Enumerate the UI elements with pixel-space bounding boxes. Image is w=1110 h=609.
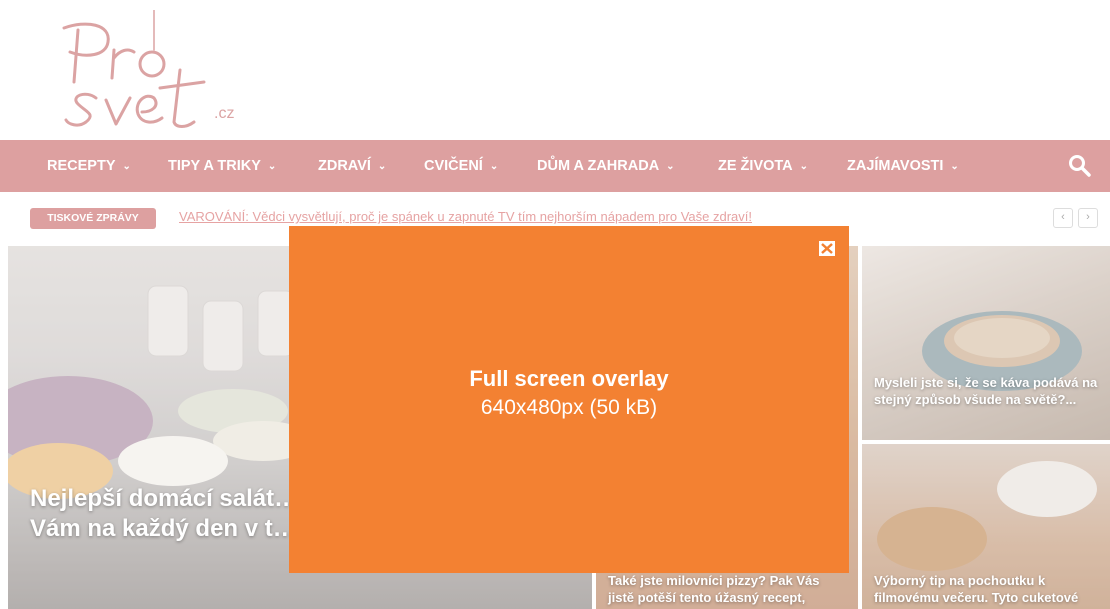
ticker-next-button[interactable]: › [1078, 208, 1098, 228]
nav-item-recepty[interactable]: RECEPTY ⌄ [47, 140, 131, 192]
overlay-title: Full screen overlay [469, 366, 669, 391]
chevron-down-icon: ⌄ [666, 161, 675, 172]
article-zucchini[interactable]: Výborný tip na pochoutku k filmovému več… [862, 444, 1110, 609]
nav-label: ZDRAVÍ [318, 158, 371, 174]
svg-text:.cz: .cz [214, 105, 234, 122]
article-coffee[interactable]: Mysleli jste si, že se káva podává na st… [862, 246, 1110, 440]
ticker-badge[interactable]: TISKOVÉ ZPRÁVY [30, 208, 156, 229]
nav-label: ZAJÍMAVOSTI [847, 158, 944, 174]
nav-item-tipy-a-triky[interactable]: TIPY A TRIKY ⌄ [168, 140, 276, 192]
search-icon[interactable] [1068, 154, 1092, 178]
overlay-subtitle: 640x480px (50 kB) [480, 396, 658, 419]
article-title: Mysleli jste si, že se káva podává na st… [874, 375, 1098, 407]
close-icon[interactable] [819, 241, 835, 256]
ticker-headline-link[interactable]: VAROVÁNÍ: Vědci vysvětlují, proč je spán… [179, 209, 752, 224]
main-nav: RECEPTY ⌄ TIPY A TRIKY ⌄ ZDRAVÍ ⌄ CVIČENÍ ⌄ … [0, 140, 1110, 192]
nav-item-dum-a-zahrada[interactable]: DŮM A ZAHRADA ⌄ [537, 140, 675, 192]
fullscreen-overlay-ad[interactable]: Full screen overlay 640x480px (50 kB) [289, 226, 849, 573]
nav-label: DŮM A ZAHRADA [537, 158, 660, 174]
chevron-down-icon: ⌄ [377, 161, 387, 172]
image-wash [862, 246, 1110, 440]
nav-item-zajimavosti[interactable]: ZAJÍMAVOSTI ⌄ [847, 140, 959, 192]
article-title: Výborný tip na pochoutku k filmovému več… [874, 573, 1079, 605]
nav-label: CVIČENÍ [424, 158, 483, 174]
site-header: .cz [0, 0, 1110, 140]
chevron-down-icon: ⌄ [267, 161, 277, 172]
site-logo[interactable]: .cz [56, 10, 256, 135]
chevron-down-icon: ⌄ [799, 161, 809, 172]
ticker-prev-button[interactable]: ‹ [1053, 208, 1073, 228]
nav-label: ZE ŽIVOTA [718, 158, 793, 174]
chevron-down-icon: ⌄ [950, 161, 959, 172]
nav-item-zdravi[interactable]: ZDRAVÍ ⌄ [318, 140, 386, 192]
nav-item-ze-zivota[interactable]: ZE ŽIVOTA ⌄ [718, 140, 808, 192]
chevron-down-icon: ⌄ [122, 161, 131, 172]
nav-label: RECEPTY [47, 158, 116, 174]
nav-label: TIPY A TRIKY [168, 158, 261, 174]
nav-item-cviceni[interactable]: CVIČENÍ ⌄ [424, 140, 498, 192]
chevron-down-icon: ⌄ [489, 161, 499, 172]
article-title: Také jste milovníci pizzy? Pak Vás jistě… [608, 573, 820, 605]
